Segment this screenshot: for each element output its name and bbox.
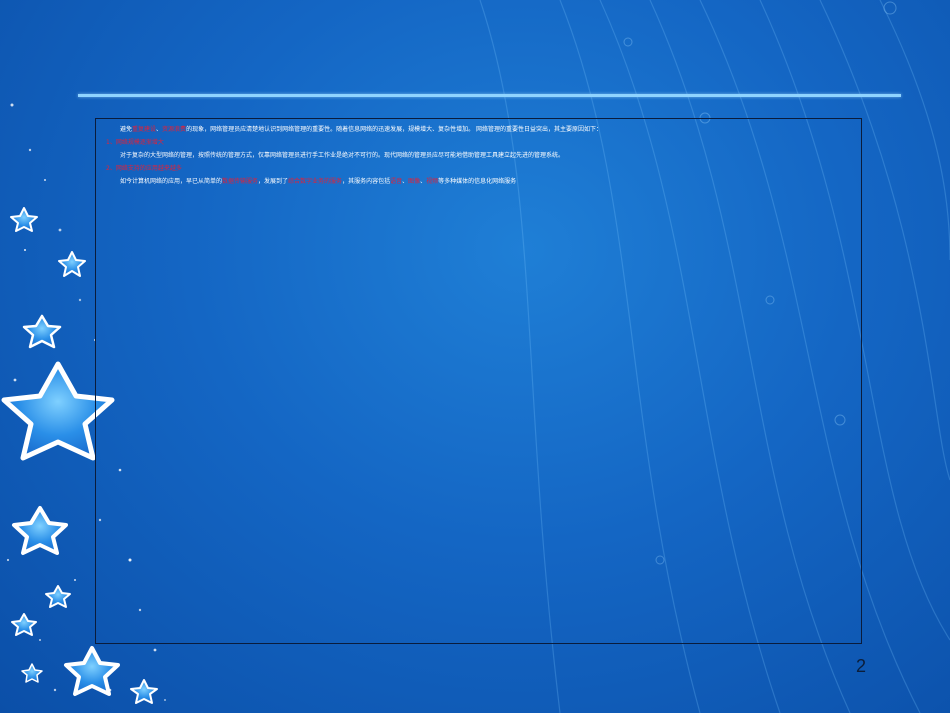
highlight-text: 资源浪费 — [162, 126, 187, 133]
intro-paragraph: 避免重复建设、资源浪费的现象，网络管理员应清楚地认识到网络管理的重要性。随着信息… — [120, 126, 602, 134]
text-span: 避免 — [120, 126, 133, 133]
highlight-text: 重复建设 — [132, 126, 157, 133]
content-frame — [95, 118, 862, 644]
text-span: ，其服务内容包括 — [342, 178, 391, 185]
text-span: 的现象，网络管理员应清楚地认识到网络管理的重要性。随着信息网络的迅速发展，规模增… — [186, 126, 602, 133]
highlight-text: 图像 — [408, 178, 421, 185]
header-rule — [78, 94, 901, 97]
item1-body: 对于复杂的大型网络的管理，按照传统的管理方式，仅靠网络管理员进行手工作业是绝对不… — [120, 152, 565, 159]
highlight-text: 数据传输服务 — [222, 178, 259, 185]
item2-title: 2、网络支持的应用越来越多 — [106, 165, 182, 172]
highlight-text: 语音 — [390, 178, 403, 185]
highlight-text: 综合数字业务的服务 — [288, 178, 343, 185]
text-span: 如今计算机网络的应用，早已从简单的 — [120, 178, 223, 185]
item2-body: 如今计算机网络的应用，早已从简单的数据传输服务，发展到了综合数字业务的服务，其服… — [120, 178, 516, 186]
text-span: ，发展到了 — [258, 178, 289, 185]
item1-title: 1、网络规模逐渐增大 — [106, 139, 164, 146]
text-span: 等多种媒体的信息化网络服务 — [438, 178, 517, 185]
highlight-text: 视频 — [426, 178, 439, 185]
page-number: 2 — [856, 656, 867, 676]
